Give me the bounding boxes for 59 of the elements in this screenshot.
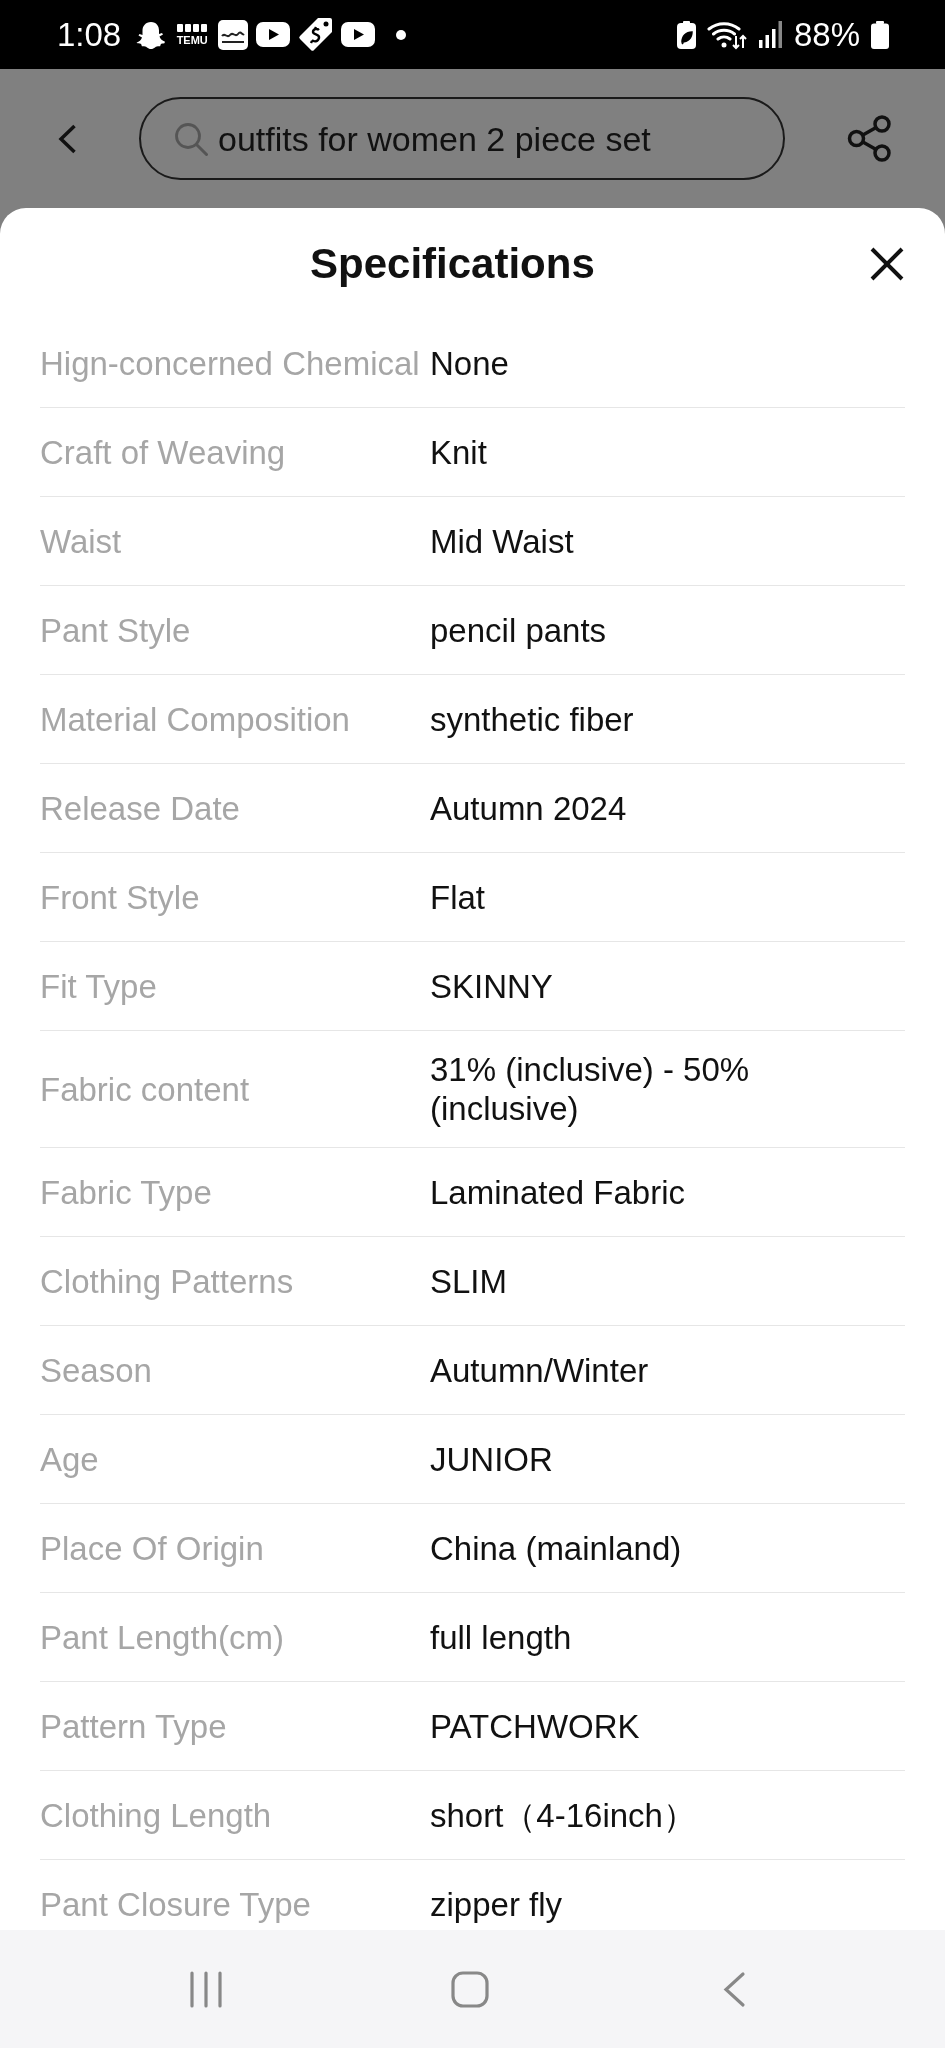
- spec-label: Front Style: [40, 877, 200, 917]
- spec-value: 31% (inclusive) - 50% (inclusive): [430, 1050, 751, 1128]
- battery-icon: [871, 20, 889, 49]
- spec-value: full length: [430, 1617, 572, 1657]
- battery-leaf-icon: [676, 20, 696, 49]
- spec-value: None: [430, 343, 509, 383]
- spec-label: Pant Length(cm): [40, 1617, 284, 1657]
- spec-label: Pattern Type: [40, 1706, 227, 1746]
- spec-label: Pant Style: [40, 610, 191, 650]
- battery-percent: 88%: [793, 15, 860, 54]
- close-icon[interactable]: [870, 246, 904, 281]
- spec-value: pencil pants: [430, 610, 607, 650]
- spec-value: PATCHWORK: [430, 1706, 640, 1746]
- card-logo-icon: [218, 19, 249, 50]
- back-icon[interactable]: [722, 1970, 746, 2008]
- spec-label: Fit Type: [40, 966, 157, 1006]
- spec-value: short（4-16inch）: [430, 1795, 696, 1835]
- price-tag-icon: [298, 17, 334, 52]
- spec-label: Craft of Weaving: [40, 432, 286, 472]
- sheet-title: Specifications: [310, 239, 595, 288]
- play-icon: [256, 22, 291, 47]
- ghost-icon: [136, 19, 167, 50]
- spec-value: Knit: [430, 432, 487, 472]
- spec-value: China (mainland): [430, 1528, 682, 1568]
- spec-value: zipper fly: [430, 1884, 563, 1924]
- app-label: TEMU: [176, 35, 208, 46]
- spec-value: Laminated Fabric: [430, 1172, 685, 1212]
- spec-label: Place Of Origin: [40, 1528, 264, 1568]
- search-icon: [174, 121, 208, 156]
- search-field[interactable]: outfits for women 2 piece set: [139, 97, 785, 180]
- spec-value: SKINNY: [430, 966, 553, 1006]
- spec-label: Material Composition: [40, 699, 350, 739]
- spec-value: Autumn 2024: [430, 788, 627, 828]
- spec-label: Fabric Type: [40, 1172, 212, 1212]
- spec-value: synthetic fiber: [430, 699, 634, 739]
- spec-label: Waist: [40, 521, 122, 561]
- share-icon[interactable]: [847, 115, 892, 162]
- spec-label: Clothing Length: [40, 1795, 272, 1835]
- home-icon[interactable]: [451, 1970, 489, 2008]
- spec-label: Hign-concerned Chemical: [40, 343, 420, 383]
- spec-label: Fabric content: [40, 1069, 250, 1109]
- spec-value: SLIM: [430, 1261, 508, 1301]
- spec-value: Autumn/Winter: [430, 1350, 649, 1390]
- spec-label: Clothing Patterns: [40, 1261, 294, 1301]
- spec-label: Season: [40, 1350, 152, 1390]
- spec-label: Pant Closure Type: [40, 1884, 311, 1924]
- play-icon: [341, 22, 376, 47]
- dot-icon: [396, 29, 407, 40]
- spec-label: Release Date: [40, 788, 240, 828]
- spec-label: Age: [40, 1439, 99, 1479]
- spec-value: Mid Waist: [430, 521, 574, 561]
- signal-icon: [758, 21, 783, 48]
- app-logo-icon: [177, 23, 208, 33]
- wifi-icon: [706, 19, 748, 50]
- spec-value: Flat: [430, 877, 485, 917]
- recent-apps-icon[interactable]: [188, 1970, 224, 2008]
- back-icon[interactable]: [58, 123, 77, 154]
- status-time: 1:08: [57, 15, 122, 54]
- spec-value: JUNIOR: [430, 1439, 553, 1479]
